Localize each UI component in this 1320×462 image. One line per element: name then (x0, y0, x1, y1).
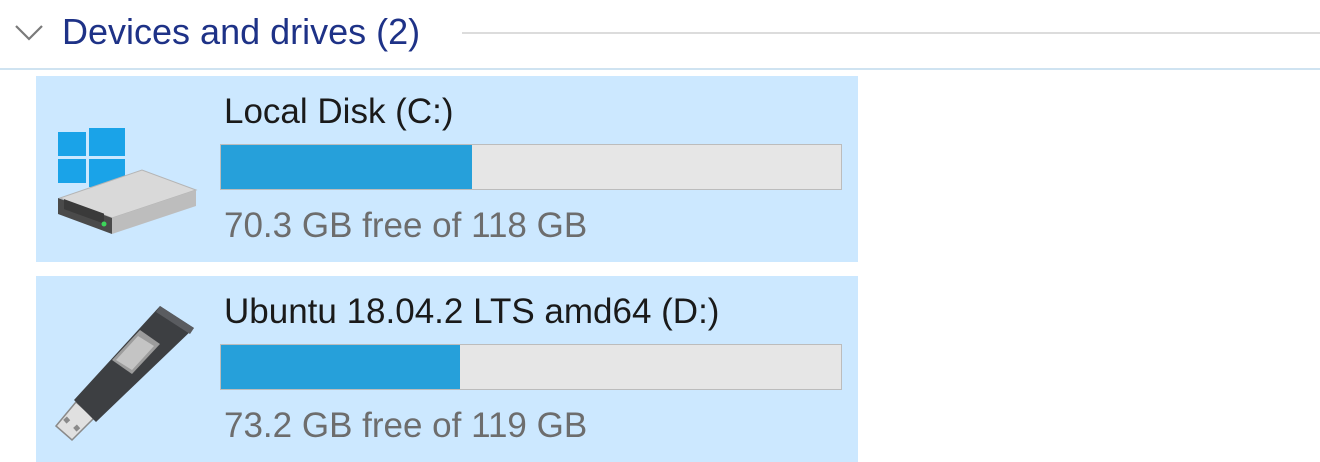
drive-tile-ubuntu-d[interactable]: Ubuntu 18.04.2 LTS amd64 (D:) 73.2 GB fr… (36, 276, 858, 462)
drive-free-space: 73.2 GB free of 119 GB (224, 406, 588, 445)
drive-name: Ubuntu 18.04.2 LTS amd64 (D:) (224, 292, 720, 331)
drive-tile-local-disk-c[interactable]: Local Disk (C:) 70.3 GB free of 118 GB (36, 76, 858, 262)
usb-flash-drive-icon (54, 306, 194, 442)
drive-free-space: 70.3 GB free of 118 GB (224, 206, 588, 245)
drive-name: Local Disk (C:) (224, 92, 454, 131)
windows-hard-drive-icon (58, 128, 198, 234)
usage-bar-fill (221, 145, 473, 189)
devices-and-drives-group-header[interactable]: Devices and drives (2) (0, 0, 1320, 66)
group-title[interactable]: Devices and drives (2) (62, 8, 420, 56)
usage-bar-fill (221, 345, 460, 389)
usage-bar (220, 144, 842, 190)
usage-bar (220, 344, 842, 390)
header-divider (0, 68, 1320, 70)
chevron-down-icon[interactable] (12, 18, 46, 46)
group-divider-line (462, 32, 1320, 34)
